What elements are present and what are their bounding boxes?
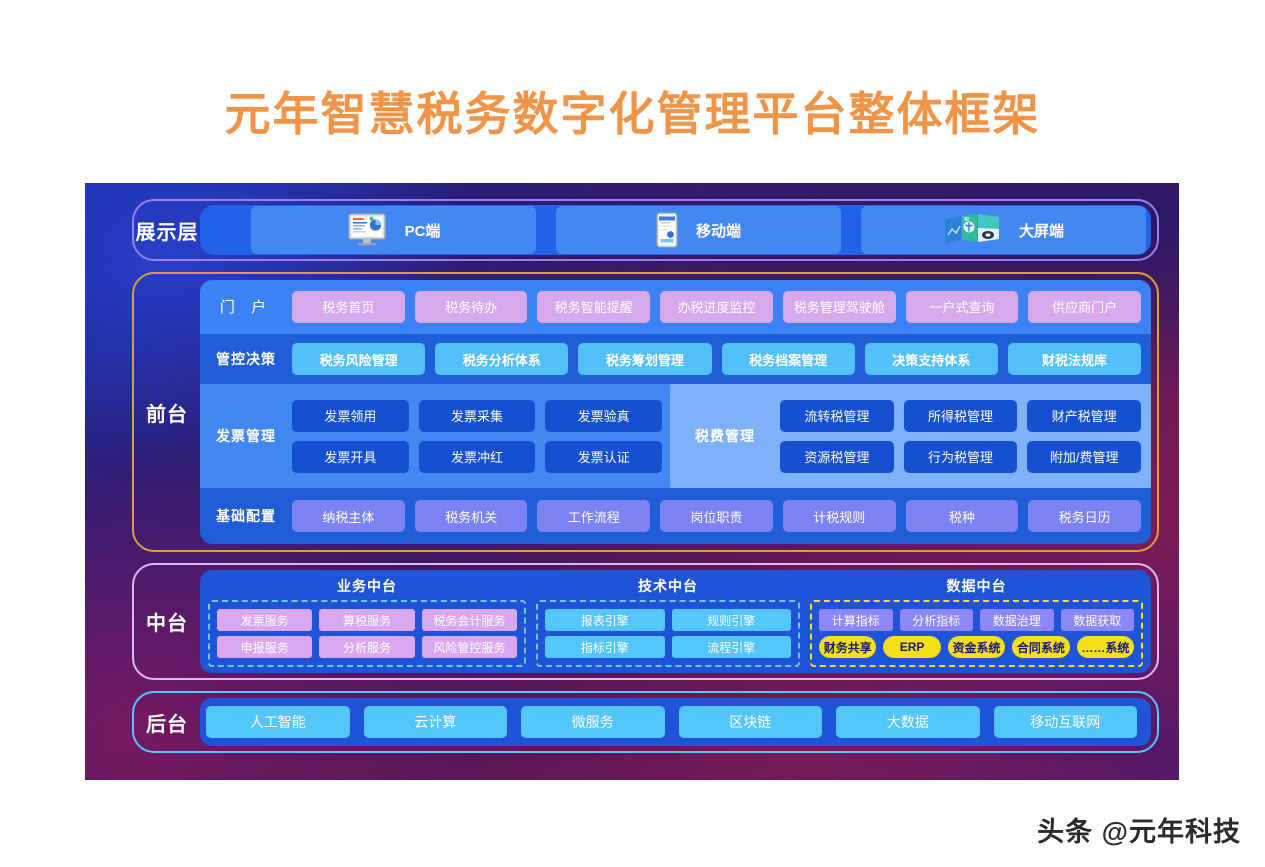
smartphone-icon (656, 212, 678, 248)
basic-config-item[interactable]: 税务日历 (1028, 500, 1142, 533)
business-service-item[interactable]: 税务会计服务 (421, 609, 517, 631)
layer-back: 后台 人工智能 云计算 微服务 区块链 大数据 移动互联网 (132, 691, 1159, 753)
display-item-pc-label: PC端 (404, 222, 441, 240)
layer-middle: 中台 业务中台 发票服务 算税服务 税务会计服务 申报服务 分析服务 风险管控服… (132, 563, 1159, 680)
tax-fee-item[interactable]: 资源税管理 (780, 440, 894, 473)
portal-item[interactable]: 税务管理驾驶舱 (782, 290, 896, 323)
technical-engine-item[interactable]: 流程引擎 (671, 636, 791, 658)
tax-fee-management-group: 税费管理 流转税管理 所得税管理 财产税管理 资源税管理 行为税管理 附加/费管… (670, 384, 1151, 489)
back-tech-item[interactable]: 人工智能 (206, 706, 350, 738)
display-item-mobile[interactable]: 移动端 (556, 206, 841, 254)
technical-engine-item[interactable]: 报表引擎 (545, 609, 665, 631)
middle-col-technical: 技术中台 报表引擎 规则引擎 指标引擎 流程引擎 (536, 574, 800, 667)
back-tech-item[interactable]: 区块链 (678, 706, 822, 738)
portal-item[interactable]: 办税进度监控 (660, 290, 773, 323)
business-service-item[interactable]: 分析服务 (319, 636, 415, 658)
data-metric-item[interactable]: 分析指标 (899, 609, 973, 631)
data-source-item[interactable]: 合同系统 (1012, 636, 1070, 658)
tax-fee-item[interactable]: 流转税管理 (780, 399, 894, 432)
invoice-item[interactable]: 发票采集 (418, 399, 536, 432)
back-tech-item[interactable]: 微服务 (521, 706, 665, 738)
portal-item[interactable]: 供应商门户 (1028, 290, 1142, 323)
framework-diagram-board: 展示层 PC端 移动端 大屏端 前台 门 户 税务首页 税务待办 税务智能提醒 … (85, 183, 1179, 780)
tax-fee-item[interactable]: 所得税管理 (903, 399, 1018, 432)
technical-engine-item[interactable]: 指标引擎 (545, 636, 665, 658)
front-row-portal: 门 户 税务首页 税务待办 税务智能提醒 办税进度监控 税务管理驾驶舱 一户式查… (200, 280, 1151, 334)
portal-item[interactable]: 税务待办 (414, 290, 528, 323)
data-source-item[interactable]: ……系统 (1076, 636, 1135, 658)
invoice-item[interactable]: 发票冲红 (418, 440, 536, 473)
display-item-bigscreen[interactable]: 大屏端 (861, 206, 1146, 254)
display-item-bigscreen-label: 大屏端 (1018, 222, 1064, 240)
basic-config-item[interactable]: 工作流程 (537, 500, 651, 533)
tax-fee-management-label: 税费管理 (695, 428, 755, 445)
front-row-control: 管控决策 税务风险管理 税务分析体系 税务筹划管理 税务档案管理 决策支持体系 … (200, 333, 1151, 385)
layer-front: 前台 门 户 税务首页 税务待办 税务智能提醒 办税进度监控 税务管理驾驶舱 一… (132, 272, 1159, 552)
data-metric-item[interactable]: 数据治理 (980, 609, 1054, 631)
invoice-item[interactable]: 发票开具 (292, 440, 409, 473)
front-row-control-label: 管控决策 (216, 351, 276, 367)
data-source-item[interactable]: 财务共享 (819, 636, 877, 658)
back-tech-item[interactable]: 大数据 (836, 706, 980, 738)
display-item-mobile-label: 移动端 (695, 222, 741, 240)
control-item[interactable]: 财税法规库 (1007, 343, 1142, 375)
data-source-item[interactable]: 资金系统 (947, 636, 1006, 658)
basic-config-item[interactable]: 计税规则 (782, 500, 896, 533)
back-tech-item[interactable]: 移动互联网 (993, 706, 1137, 738)
control-item[interactable]: 税务档案管理 (721, 343, 855, 375)
watermark: 头条 @元年科技 (1037, 817, 1241, 847)
front-row-invoice-taxfee: 发票管理 发票领用 发票采集 发票验真 发票开具 发票冲红 发票认证 税费管理 … (200, 384, 1151, 489)
front-row-portal-label: 门 户 (219, 299, 273, 317)
page-title: 元年智慧税务数字化管理平台整体框架 (224, 88, 1041, 140)
middle-col-technical-title: 技术中台 (638, 578, 698, 594)
layer-back-label: 后台 (146, 713, 188, 736)
control-item[interactable]: 决策支持体系 (864, 343, 998, 375)
basic-config-item[interactable]: 税种 (905, 500, 1019, 533)
middle-col-data-title: 数据中台 (946, 578, 1007, 594)
invoice-item[interactable]: 发票领用 (292, 399, 409, 432)
slide-canvas: 元年智慧税务数字化管理平台整体框架 展示层 PC端 移动端 大屏端 前台 门 户… (0, 0, 1265, 867)
control-item[interactable]: 税务筹划管理 (578, 343, 712, 375)
front-row-basic-config-label: 基础配置 (216, 508, 276, 525)
basic-config-item[interactable]: 岗位职责 (660, 500, 773, 533)
data-metric-item[interactable]: 数据获取 (1060, 609, 1134, 631)
basic-config-item[interactable]: 税务机关 (414, 500, 528, 533)
invoice-management-group: 发票管理 发票领用 发票采集 发票验真 发票开具 发票冲红 发票认证 (200, 384, 670, 488)
technical-engine-item[interactable]: 规则引擎 (671, 609, 791, 631)
layer-display-label: 展示层 (135, 221, 199, 244)
data-source-item[interactable]: ERP (883, 636, 941, 658)
display-item-pc[interactable]: PC端 (251, 206, 536, 254)
portal-item[interactable]: 一户式查询 (905, 290, 1019, 323)
layer-front-label: 前台 (146, 403, 188, 426)
tax-fee-item[interactable]: 财产税管理 (1027, 399, 1142, 432)
basic-config-item[interactable]: 纳税主体 (292, 500, 405, 533)
business-service-item[interactable]: 发票服务 (217, 609, 313, 631)
portal-item[interactable]: 税务首页 (292, 290, 405, 323)
business-service-item[interactable]: 算税服务 (319, 609, 415, 631)
tax-fee-item[interactable]: 附加/费管理 (1027, 440, 1142, 473)
portal-item[interactable]: 税务智能提醒 (537, 290, 651, 323)
front-row-basic-config: 基础配置 纳税主体 税务机关 工作流程 岗位职责 计税规则 税种 税务日历 (200, 488, 1151, 544)
middle-col-data: 数据中台 计算指标 分析指标 数据治理 数据获取 财务共享 ERP 资金系统 合… (810, 574, 1143, 667)
back-tech-item[interactable]: 云计算 (363, 706, 507, 738)
data-metric-item[interactable]: 计算指标 (819, 609, 893, 631)
layer-middle-label: 中台 (146, 613, 188, 635)
business-service-item[interactable]: 申报服务 (217, 636, 313, 658)
video-wall-icon (943, 213, 1001, 247)
desktop-monitor-icon (347, 213, 387, 247)
control-item[interactable]: 税务风险管理 (292, 343, 426, 375)
invoice-item[interactable]: 发票认证 (545, 440, 663, 473)
business-service-item[interactable]: 风险管控服务 (421, 636, 517, 658)
middle-col-business-title: 业务中台 (337, 578, 397, 594)
invoice-management-label: 发票管理 (216, 428, 276, 445)
invoice-item[interactable]: 发票验真 (545, 399, 663, 432)
tax-fee-item[interactable]: 行为税管理 (903, 440, 1018, 473)
control-item[interactable]: 税务分析体系 (435, 343, 569, 375)
layer-display: 展示层 PC端 移动端 大屏端 (132, 199, 1159, 261)
middle-col-business: 业务中台 发票服务 算税服务 税务会计服务 申报服务 分析服务 风险管控服务 (208, 574, 526, 667)
